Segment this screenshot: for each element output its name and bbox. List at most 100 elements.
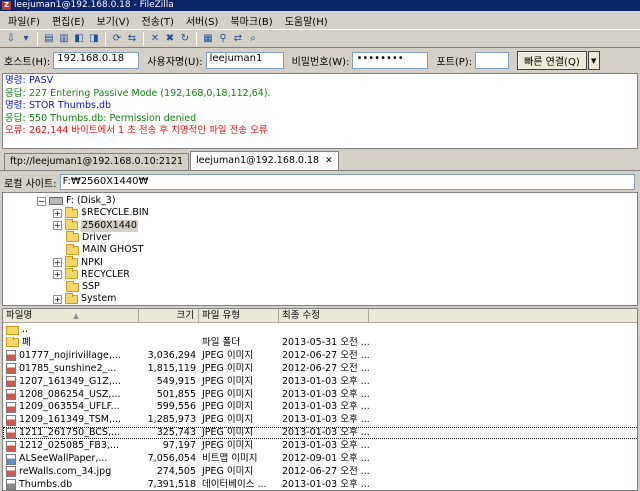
connection-tab-0[interactable]: ftp://leejuman1@192.168.0.10:2121 bbox=[4, 153, 189, 170]
search-icon[interactable]: ⌕ bbox=[246, 32, 260, 46]
file-row[interactable]: Thumbs.db 7,391,518 데이터베이스 ... 2013-01-03 오… bbox=[3, 478, 637, 490]
tree-item[interactable]: Driver bbox=[53, 231, 111, 244]
expand-icon[interactable]: + bbox=[53, 208, 62, 218]
local-site-label: 로컬 사이트: bbox=[4, 178, 57, 190]
jpeg-file-icon bbox=[6, 376, 16, 388]
local-file-list[interactable]: 파일명 ▲ 크기 파일 유형 최종 수정 .. 폐 파일 폴더 2013-05-31 … bbox=[2, 308, 638, 491]
toolbar-separator bbox=[196, 31, 197, 46]
sync-browse-icon[interactable]: ⇄ bbox=[231, 32, 245, 46]
file-type: 비트맵 이미지 bbox=[202, 453, 258, 464]
refresh-icon[interactable]: ⟳ bbox=[110, 32, 124, 46]
file-type: JPEG 이미지 bbox=[202, 362, 254, 374]
compare-icon[interactable]: ⚲ bbox=[216, 32, 230, 46]
file-modified: 2013-01-03 오후 ... bbox=[282, 388, 369, 400]
dropdown-arrow-icon[interactable]: ▾ bbox=[19, 32, 33, 46]
jpeg-file-icon bbox=[6, 427, 16, 439]
drive-icon bbox=[49, 197, 63, 205]
expand-icon[interactable]: + bbox=[53, 270, 62, 280]
file-name-cell: Thumbs.db bbox=[3, 479, 139, 490]
file-row[interactable]: 1207_161349_G1Z,... 549,915 JPEG 이미지 2013-0… bbox=[3, 376, 637, 388]
column-header-size[interactable]: 크기 bbox=[139, 309, 199, 323]
file-row[interactable]: reWalls.com_34.jpg 274,505 JPEG 이미지 2012-06… bbox=[3, 466, 637, 478]
disconnect-icon[interactable]: ✖ bbox=[163, 32, 177, 46]
file-type: JPEG 이미지 bbox=[202, 401, 254, 413]
folder-icon bbox=[65, 256, 78, 267]
username-input[interactable]: leejuman1 bbox=[205, 52, 284, 69]
connection-tab-1[interactable]: leejuman1@192.168.0.18 ✕ bbox=[190, 151, 339, 170]
site-manager-icon[interactable]: ⇩ bbox=[4, 32, 18, 46]
menu-item-1[interactable]: 편집(E) bbox=[46, 13, 91, 28]
tree-item[interactable]: + NPKI bbox=[53, 256, 103, 269]
password-input[interactable]: •••••••• bbox=[352, 52, 429, 69]
menu-item-4[interactable]: 서버(S) bbox=[180, 13, 225, 28]
folder-icon bbox=[66, 231, 79, 243]
tree-item[interactable]: + $RECYCLE.BIN bbox=[53, 206, 149, 219]
file-name-cell: 1212_025085_FB3,... bbox=[3, 440, 139, 452]
column-header-type[interactable]: 파일 유형 bbox=[199, 309, 279, 323]
column-header-filename[interactable]: 파일명 ▲ bbox=[3, 309, 139, 323]
file-row[interactable]: 1209_063554_UFLF... 599,556 JPEG 이미지 2013-0… bbox=[3, 401, 637, 413]
log-text: 262,144 바이트에서 1 초 전송 후 치명적인 파일 전송 오류 bbox=[29, 125, 268, 136]
local-directory-tree[interactable]: − F: (Disk_3) + $RECYCLE.BIN +2560X1440 Drive… bbox=[2, 192, 638, 306]
menu-item-3[interactable]: 전송(T) bbox=[136, 13, 180, 28]
file-name-cell: reWalls.com_34.jpg bbox=[3, 466, 139, 478]
tree-item[interactable]: +2560X1440 bbox=[53, 219, 138, 232]
expand-icon[interactable]: + bbox=[53, 221, 62, 231]
local-site-path-input[interactable]: F:₩2560X1440₩ bbox=[59, 174, 635, 190]
connection-tabs: ftp://leejuman1@192.168.0.10:2121 leejuma… bbox=[0, 151, 640, 171]
process-queue-icon[interactable]: ⇆ bbox=[125, 32, 139, 46]
tree-item[interactable]: + System bbox=[53, 292, 117, 305]
file-size: 501,855 bbox=[156, 388, 196, 400]
folder-icon bbox=[65, 206, 78, 218]
file-row[interactable]: 1209_161349_TSM,... 1,285,973 JPEG 이미지 2013… bbox=[3, 414, 637, 426]
file-row[interactable]: ALSeeWallPaper,... 7,056,054 비트맵 이미지 2012-0… bbox=[3, 453, 637, 465]
file-row[interactable]: 폐 파일 폴더 2013-05-31 오전 ... bbox=[3, 336, 637, 349]
menu-item-0[interactable]: 파일(F) bbox=[2, 13, 46, 28]
quickconnect-bar: 호스트(H): 192.168.0.18 사용자명(U): leejuman1 … bbox=[0, 49, 640, 72]
file-type: 데이터베이스 ... bbox=[202, 478, 267, 490]
close-tab-icon[interactable]: ✕ bbox=[325, 156, 333, 166]
quickconnect-dropdown-button[interactable]: ▼ bbox=[587, 51, 600, 70]
file-size: 1,285,973 bbox=[147, 414, 196, 426]
port-input[interactable] bbox=[475, 52, 510, 69]
tree-item[interactable]: + RECYCLER bbox=[53, 268, 130, 281]
file-row[interactable]: .. bbox=[3, 324, 637, 336]
jpeg-file-icon bbox=[6, 350, 16, 362]
quickconnect-button[interactable]: 빠른 연결(Q) bbox=[517, 51, 587, 70]
tree-item-label: 2560X1440 bbox=[81, 219, 138, 232]
tree-item[interactable]: − F: (Disk_3) bbox=[37, 195, 116, 207]
menu-item-5[interactable]: 북마크(B) bbox=[224, 13, 278, 28]
message-log[interactable]: 명령: PASV 응답: 227 Entering Passive Mode (192… bbox=[2, 73, 638, 149]
collapse-icon[interactable]: − bbox=[37, 196, 46, 206]
menu-item-6[interactable]: 도움말(H) bbox=[279, 13, 334, 28]
password-label: 비밀번호(W): bbox=[291, 57, 350, 68]
log-line: 명령: STOR Thumbs.db bbox=[5, 100, 635, 113]
toggle-log-icon[interactable]: ▤ bbox=[42, 32, 56, 46]
log-tag: 오류: bbox=[5, 125, 26, 136]
host-label: 호스트(H): bbox=[4, 57, 51, 68]
toggle-tree-icon[interactable]: ▥ bbox=[57, 32, 71, 46]
toggle-remote-icon[interactable]: ◨ bbox=[87, 32, 101, 46]
file-row[interactable]: 1208_086254_USZ,... 501,855 JPEG 이미지 2013-0… bbox=[3, 388, 637, 401]
host-input[interactable]: 192.168.0.18 bbox=[53, 52, 140, 69]
tree-item-label: System bbox=[81, 293, 117, 305]
file-modified bbox=[279, 324, 369, 336]
tree-item[interactable]: MAIN GHOST bbox=[53, 243, 143, 256]
menu-item-2[interactable]: 보기(V) bbox=[91, 13, 136, 28]
column-header-modified[interactable]: 최종 수정 bbox=[279, 309, 369, 323]
reconnect-icon[interactable]: ↻ bbox=[178, 32, 192, 46]
file-name: 1208_086254_USZ,... bbox=[19, 388, 121, 400]
file-row[interactable]: 1211_261750_BCS,... 325,743 JPEG 이미지 2013-0… bbox=[3, 427, 637, 440]
file-row[interactable]: 1212_025085_FB3,... 97,197 JPEG 이미지 2013-01… bbox=[3, 440, 637, 452]
file-name: 1211_261750_BCS,... bbox=[19, 427, 121, 439]
file-name-cell: .. bbox=[3, 324, 139, 336]
filter-icon[interactable]: ▦ bbox=[201, 32, 215, 46]
tree-item[interactable]: SSP bbox=[53, 280, 100, 293]
cancel-icon[interactable]: ✕ bbox=[148, 32, 162, 46]
toggle-local-icon[interactable]: ◧ bbox=[72, 32, 86, 46]
file-row[interactable]: 01777_nojirivillage,... 3,036,294 JPEG 이미지… bbox=[3, 350, 637, 362]
expand-icon[interactable]: + bbox=[53, 294, 62, 304]
file-name: 1209_063554_UFLF... bbox=[19, 401, 120, 413]
file-row[interactable]: 01785_sunshine2_... 1,815,119 JPEG 이미지 2012… bbox=[3, 362, 637, 375]
expand-icon[interactable]: + bbox=[53, 258, 62, 267]
